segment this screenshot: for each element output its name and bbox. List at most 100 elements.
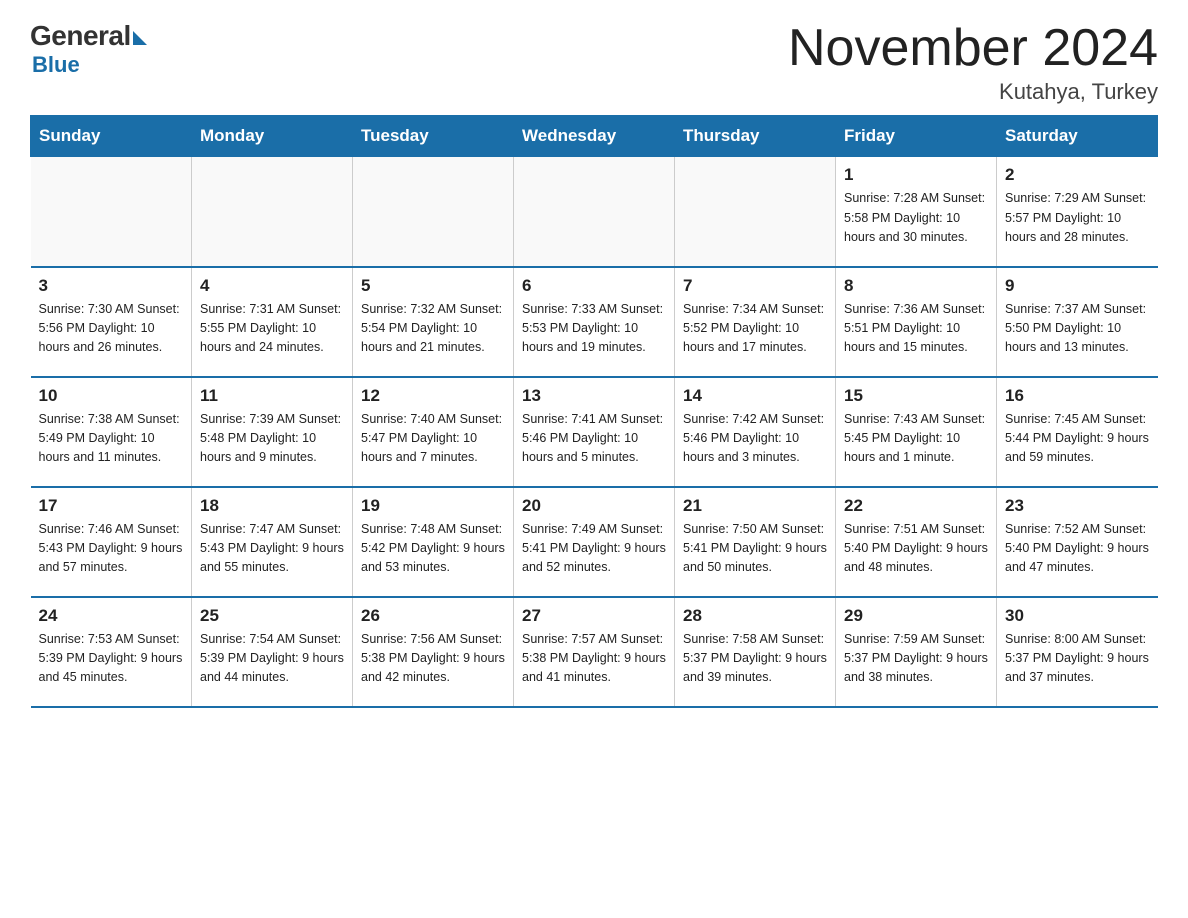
calendar-day-cell: 24Sunrise: 7:53 AM Sunset: 5:39 PM Dayli… [31,597,192,707]
calendar-day-cell: 28 Sunrise: 7:58 AM Sunset: 5:37 PM Dayli… [675,597,836,707]
day-info: Sunrise: 7:50 AM Sunset: 5:41 PM Dayligh… [683,520,827,578]
day-number: 7 [683,276,827,296]
day-number: 26 [361,606,505,626]
day-number: 28 [683,606,827,626]
calendar-header-row: SundayMondayTuesdayWednesdayThursdayFrid… [31,116,1158,157]
calendar-day-cell: 12 Sunrise: 7:40 AM Sunset: 5:47 PM Dayli… [353,377,514,487]
calendar-table: SundayMondayTuesdayWednesdayThursdayFrid… [30,115,1158,708]
calendar-week-row: 3 Sunrise: 7:30 AM Sunset: 5:56 PM Daylig… [31,267,1158,377]
calendar-day-cell [192,157,353,267]
day-info: Sunrise: 7:33 AM Sunset: 5:53 PM Dayligh… [522,300,666,358]
day-number: 23 [1005,496,1150,516]
day-info: Sunrise: 7:41 AM Sunset: 5:46 PM Dayligh… [522,410,666,468]
month-title: November 2024 [788,20,1158,77]
day-of-week-header: Sunday [31,116,192,157]
calendar-day-cell: 30 Sunrise: 8:00 AM Sunset: 5:37 PM Dayli… [997,597,1158,707]
calendar-day-cell: 25 Sunrise: 7:54 AM Sunset: 5:39 PM Dayli… [192,597,353,707]
calendar-day-cell: 5 Sunrise: 7:32 AM Sunset: 5:54 PM Daylig… [353,267,514,377]
calendar-day-cell: 8Sunrise: 7:36 AM Sunset: 5:51 PM Daylig… [836,267,997,377]
title-area: November 2024 Kutahya, Turkey [788,20,1158,105]
calendar-day-cell: 4 Sunrise: 7:31 AM Sunset: 5:55 PM Daylig… [192,267,353,377]
day-number: 12 [361,386,505,406]
calendar-day-cell [675,157,836,267]
day-number: 10 [39,386,184,406]
day-number: 3 [39,276,184,296]
calendar-day-cell: 18Sunrise: 7:47 AM Sunset: 5:43 PM Dayli… [192,487,353,597]
day-number: 16 [1005,386,1150,406]
calendar-day-cell: 15 Sunrise: 7:43 AM Sunset: 5:45 PM Dayli… [836,377,997,487]
day-info: Sunrise: 7:40 AM Sunset: 5:47 PM Dayligh… [361,410,505,468]
day-info: Sunrise: 7:42 AM Sunset: 5:46 PM Dayligh… [683,410,827,468]
calendar-day-cell: 13 Sunrise: 7:41 AM Sunset: 5:46 PM Dayli… [514,377,675,487]
calendar-day-cell: 16 Sunrise: 7:45 AM Sunset: 5:44 PM Dayli… [997,377,1158,487]
day-info: Sunrise: 7:54 AM Sunset: 5:39 PM Dayligh… [200,630,344,688]
day-of-week-header: Monday [192,116,353,157]
calendar-day-cell: 3 Sunrise: 7:30 AM Sunset: 5:56 PM Daylig… [31,267,192,377]
day-number: 6 [522,276,666,296]
day-info: Sunrise: 8:00 AM Sunset: 5:37 PM Dayligh… [1005,630,1150,688]
calendar-day-cell: 6 Sunrise: 7:33 AM Sunset: 5:53 PM Daylig… [514,267,675,377]
day-info: Sunrise: 7:51 AM Sunset: 5:40 PM Dayligh… [844,520,988,578]
calendar-day-cell: 14 Sunrise: 7:42 AM Sunset: 5:46 PM Dayli… [675,377,836,487]
calendar-day-cell: 10 Sunrise: 7:38 AM Sunset: 5:49 PM Dayli… [31,377,192,487]
day-number: 11 [200,386,344,406]
location: Kutahya, Turkey [788,79,1158,105]
calendar-day-cell: 21 Sunrise: 7:50 AM Sunset: 5:41 PM Dayli… [675,487,836,597]
day-number: 19 [361,496,505,516]
calendar-day-cell: 2 Sunrise: 7:29 AM Sunset: 5:57 PM Daylig… [997,157,1158,267]
day-info: Sunrise: 7:45 AM Sunset: 5:44 PM Dayligh… [1005,410,1150,468]
day-number: 30 [1005,606,1150,626]
day-info: Sunrise: 7:39 AM Sunset: 5:48 PM Dayligh… [200,410,344,468]
calendar-week-row: 24Sunrise: 7:53 AM Sunset: 5:39 PM Dayli… [31,597,1158,707]
day-number: 13 [522,386,666,406]
day-info: Sunrise: 7:58 AM Sunset: 5:37 PM Dayligh… [683,630,827,688]
day-number: 14 [683,386,827,406]
day-info: Sunrise: 7:43 AM Sunset: 5:45 PM Dayligh… [844,410,988,468]
day-info: Sunrise: 7:53 AM Sunset: 5:39 PM Dayligh… [39,630,184,688]
logo: General Blue [30,20,149,78]
day-info: Sunrise: 7:30 AM Sunset: 5:56 PM Dayligh… [39,300,184,358]
logo-general-text: General [30,20,131,52]
day-info: Sunrise: 7:32 AM Sunset: 5:54 PM Dayligh… [361,300,505,358]
calendar-day-cell: 29Sunrise: 7:59 AM Sunset: 5:37 PM Dayli… [836,597,997,707]
day-info: Sunrise: 7:48 AM Sunset: 5:42 PM Dayligh… [361,520,505,578]
day-info: Sunrise: 7:46 AM Sunset: 5:43 PM Dayligh… [39,520,184,578]
day-of-week-header: Saturday [997,116,1158,157]
calendar-day-cell: 23 Sunrise: 7:52 AM Sunset: 5:40 PM Dayli… [997,487,1158,597]
day-of-week-header: Thursday [675,116,836,157]
day-info: Sunrise: 7:29 AM Sunset: 5:57 PM Dayligh… [1005,189,1150,247]
calendar-day-cell [353,157,514,267]
day-number: 5 [361,276,505,296]
calendar-week-row: 1Sunrise: 7:28 AM Sunset: 5:58 PM Daylig… [31,157,1158,267]
day-info: Sunrise: 7:38 AM Sunset: 5:49 PM Dayligh… [39,410,184,468]
calendar-day-cell: 1Sunrise: 7:28 AM Sunset: 5:58 PM Daylig… [836,157,997,267]
day-info: Sunrise: 7:31 AM Sunset: 5:55 PM Dayligh… [200,300,344,358]
day-number: 2 [1005,165,1150,185]
day-number: 4 [200,276,344,296]
day-number: 25 [200,606,344,626]
calendar-day-cell: 9Sunrise: 7:37 AM Sunset: 5:50 PM Daylig… [997,267,1158,377]
logo-line2: Blue [32,52,80,78]
day-number: 17 [39,496,184,516]
day-info: Sunrise: 7:49 AM Sunset: 5:41 PM Dayligh… [522,520,666,578]
logo-arrow-icon [133,31,147,45]
calendar-day-cell: 27Sunrise: 7:57 AM Sunset: 5:38 PM Dayli… [514,597,675,707]
day-info: Sunrise: 7:59 AM Sunset: 5:37 PM Dayligh… [844,630,988,688]
calendar-day-cell [514,157,675,267]
page-header: General Blue November 2024 Kutahya, Turk… [30,20,1158,105]
day-number: 20 [522,496,666,516]
day-info: Sunrise: 7:34 AM Sunset: 5:52 PM Dayligh… [683,300,827,358]
day-info: Sunrise: 7:36 AM Sunset: 5:51 PM Dayligh… [844,300,988,358]
day-number: 15 [844,386,988,406]
calendar-day-cell: 19 Sunrise: 7:48 AM Sunset: 5:42 PM Dayli… [353,487,514,597]
calendar-day-cell: 17 Sunrise: 7:46 AM Sunset: 5:43 PM Dayli… [31,487,192,597]
day-of-week-header: Friday [836,116,997,157]
calendar-day-cell: 7 Sunrise: 7:34 AM Sunset: 5:52 PM Daylig… [675,267,836,377]
calendar-week-row: 10 Sunrise: 7:38 AM Sunset: 5:49 PM Dayli… [31,377,1158,487]
calendar-week-row: 17 Sunrise: 7:46 AM Sunset: 5:43 PM Dayli… [31,487,1158,597]
calendar-day-cell: 11 Sunrise: 7:39 AM Sunset: 5:48 PM Dayli… [192,377,353,487]
calendar-day-cell [31,157,192,267]
day-number: 27 [522,606,666,626]
day-number: 21 [683,496,827,516]
day-info: Sunrise: 7:52 AM Sunset: 5:40 PM Dayligh… [1005,520,1150,578]
